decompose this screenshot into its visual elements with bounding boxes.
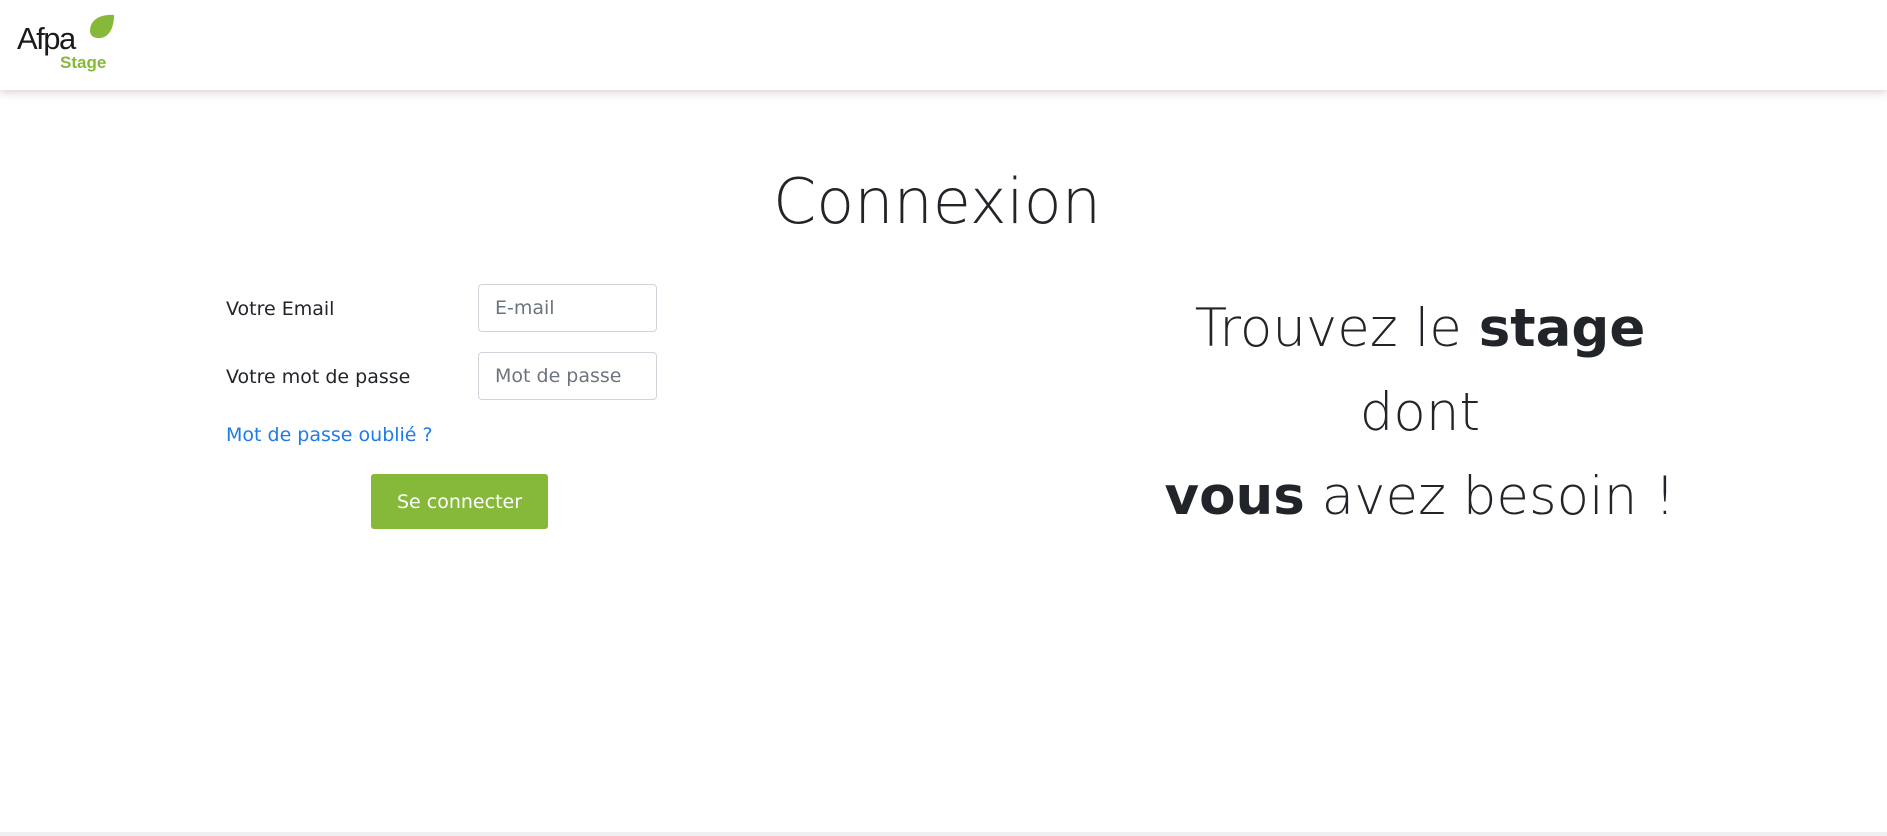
tagline-text-1: Trouvez le: [1194, 298, 1479, 359]
page-title: Connexion: [772, 165, 1101, 238]
forgot-password-link[interactable]: Mot de passe oublié ?: [226, 421, 433, 449]
email-label: Votre Email: [226, 298, 335, 320]
login-button[interactable]: Se connecter: [371, 474, 548, 529]
tagline-bold-stage: stage: [1478, 298, 1646, 359]
tagline-line-2: dont: [1359, 382, 1481, 443]
logo-sub-text: Stage: [60, 53, 107, 72]
tagline-line-1: Trouvez le stage: [1120, 287, 1720, 371]
tagline-line-3: vous avez besoin !: [1120, 455, 1720, 539]
tagline-bold-vous: vous: [1164, 466, 1305, 527]
password-field[interactable]: [478, 352, 657, 400]
footer-divider: [0, 832, 1887, 836]
email-field[interactable]: [478, 284, 657, 332]
navbar: Afpa Stage: [0, 0, 1887, 90]
tagline: Trouvez le stage dont vous avez besoin !: [1120, 287, 1720, 539]
password-label: Votre mot de passe: [226, 366, 411, 388]
logo-link[interactable]: Afpa Stage: [17, 14, 117, 76]
tagline-text-3: avez besoin !: [1304, 466, 1676, 527]
logo-brand-text: Afpa: [17, 21, 76, 56]
leaf-icon: [90, 14, 114, 39]
